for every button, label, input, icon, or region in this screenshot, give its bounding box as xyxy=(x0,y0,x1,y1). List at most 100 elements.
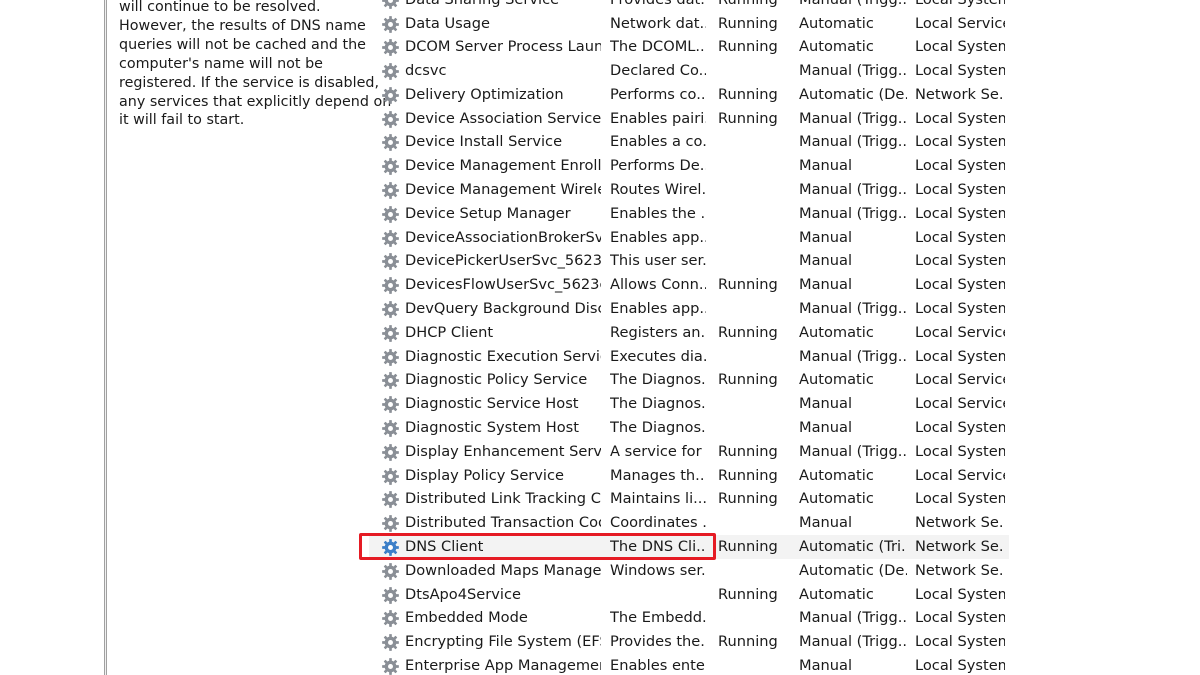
service-row[interactable]: Distributed Link Tracking Cli... Maintai… xyxy=(369,487,1009,511)
service-row[interactable]: Device Install Service Enables a co... M… xyxy=(369,130,1009,154)
service-startup-type: Manual (Trigg... xyxy=(799,133,907,151)
service-description: Executes dia... xyxy=(610,347,706,365)
service-startup-type: Automatic xyxy=(799,490,874,508)
service-startup-type: Automatic xyxy=(799,38,874,56)
service-row[interactable]: Data Sharing Service Provides dat... Run… xyxy=(369,0,1009,12)
service-row[interactable]: DeviceAssociationBrokerSvc... Enables ap… xyxy=(369,226,1009,250)
service-name: Embedded Mode xyxy=(405,609,528,627)
gear-icon xyxy=(381,562,400,581)
service-description: The Diagnos... xyxy=(610,395,706,413)
service-name: DNS Client xyxy=(405,538,484,556)
service-row[interactable]: Encrypting File System (EFS) Provides th… xyxy=(369,630,1009,654)
service-name: Display Enhancement Service xyxy=(405,442,601,460)
service-row[interactable]: Display Policy Service Manages th... Run… xyxy=(369,464,1009,488)
gear-icon xyxy=(381,38,400,57)
service-row[interactable]: Display Enhancement Service A service fo… xyxy=(369,440,1009,464)
service-name: Device Association Service xyxy=(405,109,601,127)
gear-icon xyxy=(381,133,400,152)
service-log-on-as: Network Se... xyxy=(915,538,1005,556)
service-name: Diagnostic Service Host xyxy=(405,395,579,413)
service-log-on-as: Local System xyxy=(915,300,1005,318)
gear-icon xyxy=(381,205,400,224)
service-description: Manages th... xyxy=(610,466,706,484)
service-description: This user ser... xyxy=(610,252,706,270)
service-description: Windows ser... xyxy=(610,561,706,579)
service-startup-type: Automatic (De... xyxy=(799,85,907,103)
service-description: Performs co... xyxy=(610,85,706,103)
service-log-on-as: Network Se... xyxy=(915,85,1005,103)
service-log-on-as: Local System xyxy=(915,62,1005,80)
description-line: any services that explicitly depend on xyxy=(119,93,392,110)
gear-icon xyxy=(381,371,400,390)
service-description: Enables ente... xyxy=(610,657,706,675)
service-startup-type: Manual xyxy=(799,228,853,246)
gear-icon xyxy=(381,324,400,343)
service-log-on-as: Local System xyxy=(915,0,1005,12)
service-row[interactable]: Diagnostic Policy Service The Diagnos...… xyxy=(369,368,1009,392)
gear-icon xyxy=(381,181,400,200)
service-log-on-as: Network Se... xyxy=(915,561,1005,579)
service-name: DCOM Server Process Launc... xyxy=(405,38,601,56)
service-name: Data Usage xyxy=(405,14,490,32)
service-row[interactable]: Enterprise App Managemen... Enables ente… xyxy=(369,654,1009,675)
service-row[interactable]: Diagnostic System Host The Diagnos... Ma… xyxy=(369,416,1009,440)
service-description: Enables the ... xyxy=(610,204,706,222)
service-name: Data Sharing Service xyxy=(405,0,601,12)
service-row-selected[interactable]: DNS Client The DNS Cli... Running Automa… xyxy=(369,535,1009,559)
service-row[interactable]: DevicesFlowUserSvc_5623c Allows Conn... … xyxy=(369,273,1009,297)
service-row[interactable]: Diagnostic Service Host The Diagnos... M… xyxy=(369,392,1009,416)
service-description: Maintains li... xyxy=(610,490,706,508)
service-row[interactable]: DevQuery Background Disc... Enables app.… xyxy=(369,297,1009,321)
service-startup-type: Manual (Trigg... xyxy=(799,347,907,365)
service-row[interactable]: DtsApo4Service Running Automatic Local S… xyxy=(369,583,1009,607)
service-status: Running xyxy=(718,323,778,341)
service-log-on-as: Local Service xyxy=(915,14,1005,32)
service-row[interactable]: DCOM Server Process Launc... The DCOML..… xyxy=(369,35,1009,59)
service-description: Network dat... xyxy=(610,14,706,32)
service-description: Enables app... xyxy=(610,300,706,318)
service-startup-type: Manual (Trigg... xyxy=(799,0,907,12)
service-description: Enables app... xyxy=(610,228,706,246)
service-status: Running xyxy=(718,109,778,127)
service-log-on-as: Local System xyxy=(915,633,1005,651)
service-startup-type: Manual xyxy=(799,514,853,532)
service-description: Provides dat... xyxy=(610,0,706,12)
service-startup-type: Automatic xyxy=(799,323,874,341)
service-log-on-as: Local System xyxy=(915,252,1005,270)
service-row[interactable]: Downloaded Maps Manager Windows ser... A… xyxy=(369,559,1009,583)
service-description: A service for ... xyxy=(610,442,706,460)
service-description: Provides the... xyxy=(610,633,706,651)
service-row[interactable]: Distributed Transaction Coor... Coordina… xyxy=(369,511,1009,535)
description-line: registered. If the service is disabled, xyxy=(119,74,380,91)
service-log-on-as: Local System xyxy=(915,228,1005,246)
service-description: The Diagnos... xyxy=(610,371,706,389)
description-line: it will fail to start. xyxy=(119,112,245,129)
service-row[interactable]: Embedded Mode The Embedd... Manual (Trig… xyxy=(369,606,1009,630)
gear-icon xyxy=(381,252,400,271)
description-line: queries will not be cached and the xyxy=(119,36,366,53)
service-description: Registers an... xyxy=(610,323,706,341)
service-row[interactable]: Device Association Service Enables pairi… xyxy=(369,107,1009,131)
gear-icon xyxy=(381,276,400,295)
services-rows: Data Sharing Service Provides dat... Run… xyxy=(369,0,1009,675)
service-status: Running xyxy=(718,14,778,32)
gear-icon xyxy=(381,586,400,605)
service-row[interactable]: Device Setup Manager Enables the ... Man… xyxy=(369,202,1009,226)
service-row[interactable]: Device Management Enroll... Performs De.… xyxy=(369,154,1009,178)
service-description: The DNS Cli... xyxy=(610,538,706,556)
service-row[interactable]: DHCP Client Registers an... Running Auto… xyxy=(369,321,1009,345)
service-row[interactable]: Diagnostic Execution Service Executes di… xyxy=(369,345,1009,369)
service-row[interactable]: Data Usage Network dat... Running Automa… xyxy=(369,12,1009,36)
service-name: Diagnostic System Host xyxy=(405,419,580,437)
service-row[interactable]: Device Management Wireles... Routes Wire… xyxy=(369,178,1009,202)
gear-icon xyxy=(381,657,400,675)
gear-icon xyxy=(381,348,400,367)
service-row[interactable]: Delivery Optimization Performs co... Run… xyxy=(369,83,1009,107)
gear-icon xyxy=(381,0,400,10)
service-row[interactable]: DevicePickerUserSvc_5623c This user ser.… xyxy=(369,249,1009,273)
services-list[interactable]: Data Sharing Service Provides dat... Run… xyxy=(369,0,1009,675)
service-status: Running xyxy=(718,38,778,56)
service-row[interactable]: dcsvc Declared Co... Manual (Trigg... Lo… xyxy=(369,59,1009,83)
service-startup-type: Manual (Trigg... xyxy=(799,181,907,199)
service-name: DevQuery Background Disc... xyxy=(405,300,601,318)
